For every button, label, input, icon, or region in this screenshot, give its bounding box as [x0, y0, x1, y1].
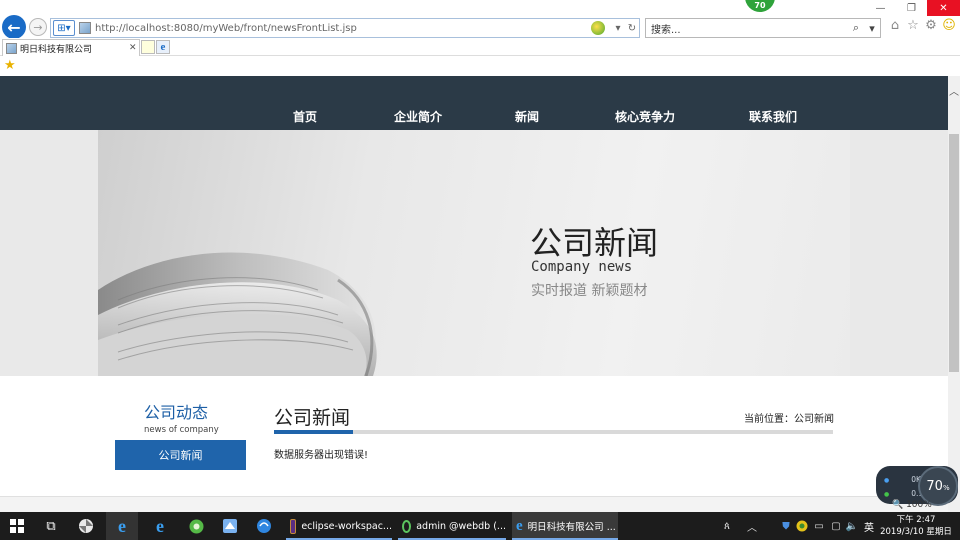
scroll-thumb[interactable] [949, 134, 959, 372]
start-button[interactable] [4, 512, 30, 540]
browser-toolbar: 70 — ❐ ✕ ← → ⊞▾ http://localhost:8080/my… [0, 0, 960, 39]
net-speed-widget[interactable]: 0K/s 0.1K/s 70% [876, 466, 958, 506]
taskbar-app-eclipse[interactable]: eclipse-workspac... [286, 512, 392, 540]
breadcrumb: 当前位置：公司新闻 [744, 414, 834, 425]
banner: 公司新闻 Company news 实时报道 新颖题材 [98, 130, 850, 376]
security-badge[interactable]: 70 [745, 0, 775, 12]
search-input[interactable]: 搜索... [651, 21, 848, 36]
system-clock[interactable]: 下午 2:47 2019/3/10 星期日 [880, 514, 952, 538]
ie-icon: e [118, 515, 126, 536]
shield-icon[interactable]: ⛊ [778, 512, 794, 540]
section-title: 公司新闻 [274, 407, 351, 429]
search-dropdown-icon[interactable]: ▾ [864, 22, 880, 35]
tab-title: 明日科技有限公司 [20, 44, 93, 55]
zoom-level[interactable]: 🔍 100% [892, 500, 932, 510]
sidebar-subtitle: news of company [144, 425, 219, 435]
eclipse-icon [290, 518, 297, 534]
edge-icon[interactable]: e [146, 512, 174, 540]
nav-news[interactable]: 新闻 [515, 108, 539, 125]
battery-icon[interactable]: ▭ [812, 512, 826, 540]
page-favicon-icon [79, 22, 91, 34]
new-tab-button[interactable] [141, 40, 155, 54]
back-button[interactable]: ← [2, 15, 26, 39]
window-controls: — ❐ ✕ [865, 0, 960, 16]
minimize-button[interactable]: — [865, 0, 896, 16]
gear-icon[interactable]: ⚙ [924, 18, 938, 33]
section-divider [274, 430, 833, 434]
bird-app-icon[interactable] [216, 512, 244, 540]
user-tray-icon[interactable]: ጰ [718, 512, 736, 540]
error-message: 数据服务器出现错误! [274, 450, 369, 461]
refresh-icon[interactable]: ↻ [625, 23, 639, 34]
favorites-bar: ★ [0, 57, 960, 76]
close-button[interactable]: ✕ [927, 0, 960, 16]
nav-home[interactable]: 首页 [293, 108, 317, 125]
newspaper-stack-image [98, 252, 377, 376]
taskbar: ⧉ e e eclipse-workspac... admin @webdb (… [0, 512, 960, 540]
compat-view-icon[interactable]: ⊞▾ [53, 20, 75, 36]
forward-button[interactable]: → [29, 18, 47, 36]
favorites-star-icon[interactable]: ☆ [906, 18, 920, 33]
address-input[interactable]: http://localhost:8080/myWeb/front/newsFr… [95, 23, 591, 34]
tray-app-icon[interactable] [795, 512, 809, 540]
taskbar-app-ie-window[interactable]: e 明日科技有限公司 ... [512, 512, 618, 540]
ie-window-icon: e [516, 517, 523, 534]
company-news-button[interactable]: 公司新闻 [115, 440, 246, 470]
site-nav: 首页 企业简介 新闻 核心竞争力 联系我们 [0, 108, 948, 124]
nav-competence[interactable]: 核心竞争力 [615, 108, 675, 125]
windows-logo-icon [10, 519, 24, 533]
restore-button[interactable]: ❐ [896, 0, 927, 16]
blue-globe-icon[interactable] [250, 512, 278, 540]
tab-strip: 明日科技有限公司 ✕ e [0, 38, 960, 56]
taskbar-app-navicat[interactable]: admin @webdb (... [398, 512, 506, 540]
arrow-left-icon: ← [7, 17, 21, 37]
add-favorites-star-icon[interactable]: ★ [4, 58, 16, 73]
dropdown-icon[interactable]: ▾ [611, 23, 625, 34]
feedback-smiley-icon[interactable]: ☺ [942, 18, 956, 33]
banner-title: 公司新闻 [530, 224, 659, 262]
scroll-up-icon[interactable]: ︿ [948, 76, 960, 104]
search-box[interactable]: 搜索... ⌕ ▾ [645, 18, 881, 38]
navicat-icon [402, 519, 412, 533]
site-header: 首页 企业简介 新闻 核心竞争力 联系我们 [0, 76, 948, 130]
network-icon[interactable]: ▢ [829, 512, 843, 540]
sidebar-title: 公司动态 [144, 403, 209, 422]
app-pinwheel-icon[interactable] [72, 512, 100, 540]
status-bar [0, 496, 948, 512]
browser-tab[interactable]: 明日科技有限公司 ✕ [2, 39, 140, 56]
nav-about[interactable]: 企业简介 [394, 108, 442, 125]
green-browser-icon[interactable] [182, 512, 210, 540]
ie-logo-icon[interactable]: e [156, 40, 170, 54]
browser-tools: ⌂ ☆ ⚙ ☺ [888, 18, 956, 33]
volume-icon[interactable]: 🔈 [845, 512, 859, 540]
search-icon[interactable]: ⌕ [848, 21, 864, 35]
banner-tagline: 实时报道 新颖题材 [531, 283, 648, 299]
page-scrollbar[interactable]: ︿ [948, 76, 960, 512]
tab-favicon-icon [6, 42, 17, 54]
tab-close-icon[interactable]: ✕ [129, 43, 139, 53]
page-viewport: 首页 企业简介 新闻 核心竞争力 联系我们 公司新闻 Company news … [0, 76, 948, 512]
nav-contact[interactable]: 联系我们 [749, 108, 797, 125]
arrow-right-icon: → [33, 20, 43, 34]
address-bar[interactable]: ⊞▾ http://localhost:8080/myWeb/front/new… [50, 18, 640, 38]
banner-subtitle: Company news [531, 259, 633, 275]
home-icon[interactable]: ⌂ [888, 18, 902, 33]
main-content: 公司动态 news of company 公司新闻 公司新闻 当前位置：公司新闻… [0, 376, 948, 512]
tray-expand-chevron-icon[interactable]: ︿ [744, 512, 760, 540]
task-view-icon[interactable]: ⧉ [38, 512, 64, 540]
extension-icon[interactable] [591, 21, 605, 35]
taskbar-ie-pinned[interactable]: e [106, 512, 138, 540]
ime-indicator[interactable]: 英 [862, 512, 876, 540]
